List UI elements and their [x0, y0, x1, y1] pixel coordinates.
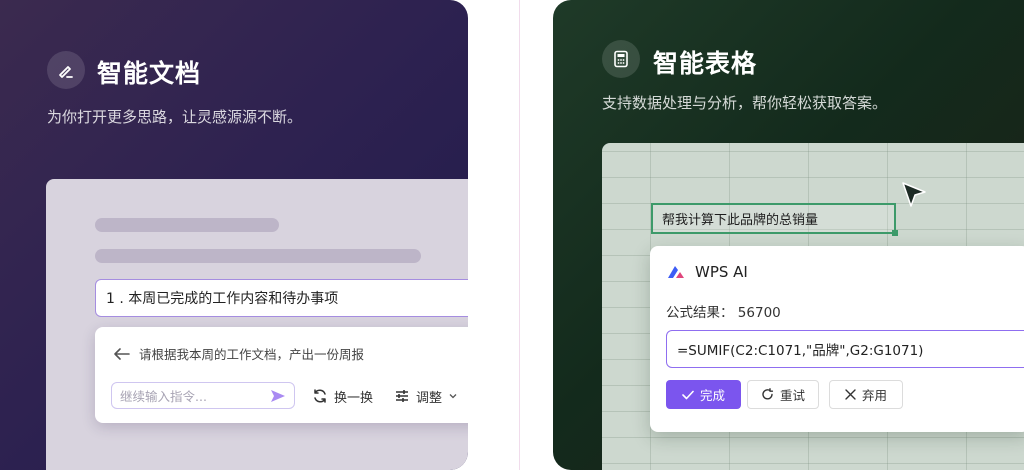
- doc-card-title: 智能文档: [97, 59, 202, 88]
- selected-cell[interactable]: 帮我计算下此品牌的总销量: [651, 203, 898, 236]
- sheet-feature-card: 智能表格 支持数据处理与分析，帮你轻松获取答案。 帮我计算下此品牌的总销量 WP…: [553, 0, 1024, 470]
- swap-label: 换一换: [334, 390, 374, 406]
- spreadsheet-grid: 帮我计算下此品牌的总销量 WPS AI 公式结果： 56700 =SUMIF(C…: [602, 143, 1024, 470]
- text-placeholder-line: [95, 218, 279, 232]
- sheet-card-title: 智能表格: [653, 49, 758, 78]
- wps-ai-popup: WPS AI 公式结果： 56700 =SUMIF(C2:C1071,"品牌",…: [650, 246, 1024, 432]
- retry-button[interactable]: 重试: [747, 380, 819, 409]
- discard-label: 弃用: [861, 388, 887, 403]
- document-preview: 1 . 本周已完成的工作内容和待办事项 请根据我本周的工作文档，产出一份周报 继…: [46, 179, 468, 470]
- done-label: 完成: [699, 388, 725, 403]
- send-icon[interactable]: [270, 388, 286, 404]
- arrow-left-icon[interactable]: [113, 347, 131, 361]
- ai-prompt: 请根据我本周的工作文档，产出一份周报: [113, 344, 364, 363]
- formula-result-label: 公式结果：: [666, 305, 734, 321]
- formula-result: 公式结果： 56700: [666, 301, 781, 321]
- ai-prompt-text: 请根据我本周的工作文档，产出一份周报: [139, 347, 365, 362]
- fill-handle[interactable]: [892, 230, 898, 236]
- refresh-icon: [314, 389, 326, 403]
- retry-icon: [762, 388, 774, 400]
- formula-result-value: 56700: [737, 305, 781, 321]
- calculator-icon: [602, 40, 640, 78]
- document-line[interactable]: 1 . 本周已完成的工作内容和待办事项: [95, 279, 468, 317]
- divider: [519, 0, 520, 470]
- ai-assistant-popup: 请根据我本周的工作文档，产出一份周报 继续输入指令... 换一换 调整: [95, 327, 468, 423]
- mouse-cursor-icon: [902, 182, 926, 207]
- text-placeholder-line: [95, 249, 421, 263]
- wps-ai-title: WPS AI: [695, 263, 748, 281]
- instruction-input-placeholder: 继续输入指令...: [120, 389, 207, 404]
- done-button[interactable]: 完成: [666, 380, 741, 409]
- selected-cell-text: 帮我计算下此品牌的总销量: [662, 213, 819, 228]
- doc-feature-card: 智能文档 为你打开更多思路，让灵感源源不断。 1 . 本周已完成的工作内容和待办…: [0, 0, 468, 470]
- pen-icon: [47, 51, 85, 89]
- instruction-input[interactable]: 继续输入指令...: [111, 382, 295, 409]
- sheet-card-subtitle: 支持数据处理与分析，帮你轻松获取答案。: [602, 94, 888, 112]
- chevron-down-icon: [449, 394, 457, 399]
- formula-field[interactable]: =SUMIF(C2:C1071,"品牌",G2:G1071): [666, 330, 1024, 368]
- sliders-icon: [396, 390, 408, 402]
- discard-button[interactable]: 弃用: [829, 380, 903, 409]
- check-icon: [682, 390, 694, 399]
- wps-ai-logo-icon: [668, 266, 684, 278]
- swap-button[interactable]: 换一换: [312, 384, 373, 408]
- adjust-button[interactable]: 调整: [394, 384, 458, 408]
- wps-ai-header: WPS AI: [666, 263, 748, 281]
- adjust-label: 调整: [416, 390, 443, 406]
- retry-label: 重试: [779, 388, 805, 403]
- doc-card-subtitle: 为你打开更多思路，让灵感源源不断。: [47, 108, 303, 126]
- close-icon: [845, 389, 856, 400]
